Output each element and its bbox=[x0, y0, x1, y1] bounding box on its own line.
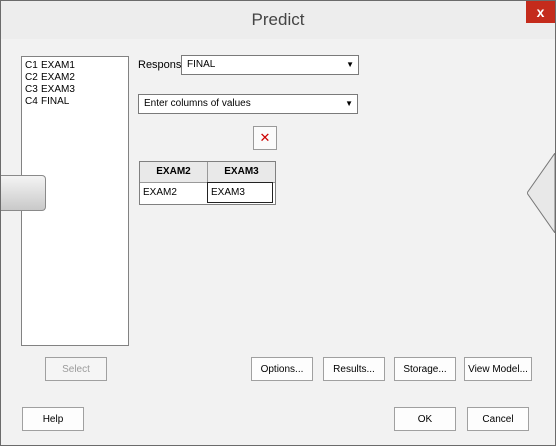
response-dropdown[interactable]: FINAL ▼ bbox=[181, 55, 359, 75]
select-button[interactable]: Select bbox=[45, 357, 107, 381]
left-panel-handle[interactable] bbox=[1, 175, 46, 211]
storage-button[interactable]: Storage... bbox=[394, 357, 456, 381]
grid-header-exam2: EXAM2 bbox=[140, 162, 208, 183]
column-number: C2 bbox=[25, 72, 38, 83]
column-number: C3 bbox=[25, 84, 38, 95]
response-value: FINAL bbox=[187, 59, 216, 70]
close-button[interactable]: x bbox=[526, 1, 555, 23]
expand-arrow-icon[interactable] bbox=[527, 153, 555, 233]
delete-icon[interactable]: ✕ bbox=[253, 126, 277, 150]
entry-mode-dropdown[interactable]: Enter columns of values ▼ bbox=[138, 94, 358, 114]
column-number: C1 bbox=[25, 60, 38, 71]
column-name: EXAM1 bbox=[41, 60, 75, 71]
column-number: C4 bbox=[25, 96, 38, 107]
title-bar: Predict x bbox=[1, 1, 555, 39]
column-name: FINAL bbox=[41, 96, 70, 107]
ok-button[interactable]: OK bbox=[394, 407, 456, 431]
chevron-down-icon: ▼ bbox=[346, 60, 354, 69]
column-name: EXAM2 bbox=[41, 72, 75, 83]
options-button[interactable]: Options... bbox=[251, 357, 313, 381]
grid-cell-exam2[interactable]: EXAM2 bbox=[140, 183, 208, 202]
grid-header-exam3: EXAM3 bbox=[208, 162, 275, 183]
values-grid: EXAM2 EXAM3 EXAM2 EXAM3 bbox=[139, 161, 276, 205]
predict-dialog: Predict x C1 EXAM1 C2 EXAM2 C3 EXAM3 C4 … bbox=[0, 0, 556, 446]
cancel-button[interactable]: Cancel bbox=[467, 407, 529, 431]
chevron-down-icon: ▼ bbox=[345, 99, 353, 108]
results-button[interactable]: Results... bbox=[323, 357, 385, 381]
window-title: Predict bbox=[251, 10, 305, 29]
entry-mode-value: Enter columns of values bbox=[144, 98, 251, 109]
view-model-button[interactable]: View Model... bbox=[464, 357, 532, 381]
grid-cell-exam3[interactable]: EXAM3 bbox=[207, 182, 273, 203]
column-name: EXAM3 bbox=[41, 84, 75, 95]
help-button[interactable]: Help bbox=[22, 407, 84, 431]
